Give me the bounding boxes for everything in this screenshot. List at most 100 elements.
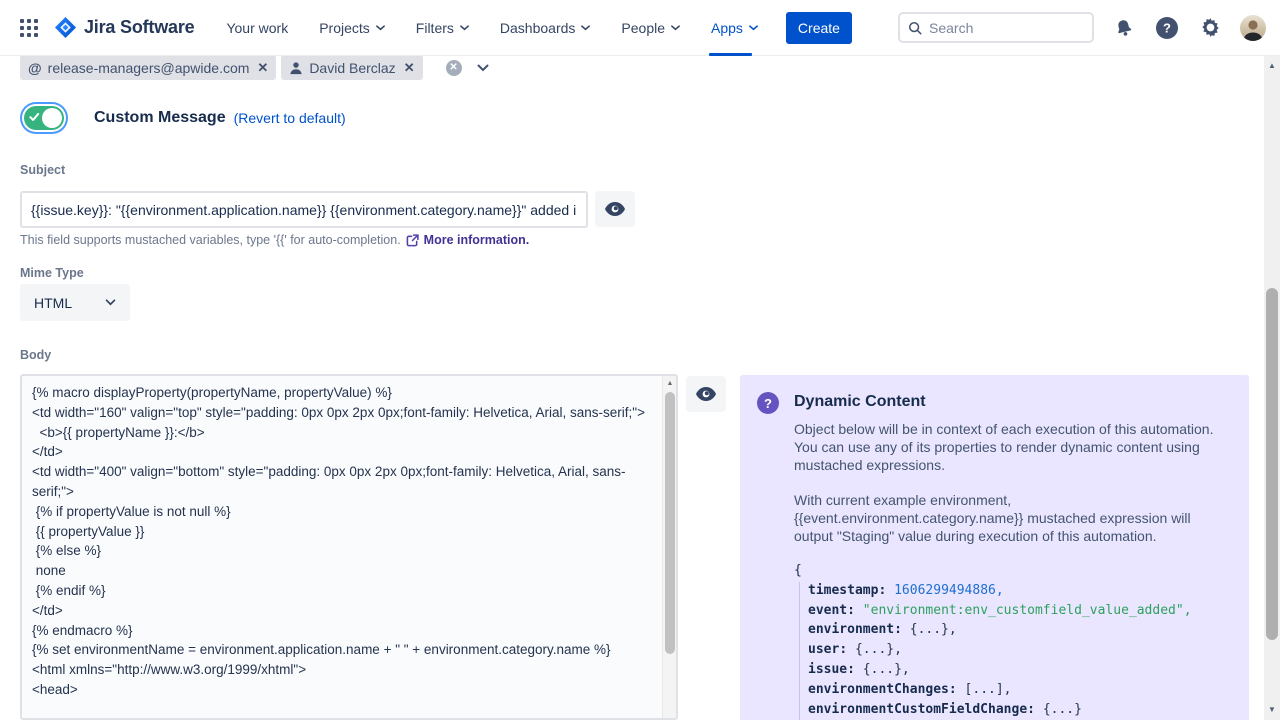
nav-right-group: ? xyxy=(898,12,1266,43)
more-information-link[interactable]: More information. xyxy=(424,233,530,247)
code-line-environment-customfield-change: environmentCustomFieldChange{...} xyxy=(794,700,1234,720)
code-value: {...}, xyxy=(855,642,902,657)
code-line-issue: issue{...}, xyxy=(794,660,1234,680)
clear-all-icon[interactable]: ✕ xyxy=(446,60,462,76)
chevron-down-icon xyxy=(460,25,469,31)
svg-text:?: ? xyxy=(1163,20,1171,35)
code-key: environmentChanges xyxy=(808,682,965,697)
nav-item-label: Projects xyxy=(319,20,370,36)
chip-label: David Berclaz xyxy=(309,60,395,76)
nav-item-people[interactable]: People xyxy=(621,0,680,56)
custom-message-toggle[interactable] xyxy=(24,106,64,130)
body-textarea[interactable]: {% macro displayProperty(propertyName, p… xyxy=(20,374,678,720)
body-textarea-content: {% macro displayProperty(propertyName, p… xyxy=(22,376,662,718)
nav-menu: Your work Projects Filters Dashboards Pe… xyxy=(226,0,757,56)
at-icon: @ xyxy=(28,60,42,76)
helper-text: This field supports mustached variables,… xyxy=(20,233,401,247)
body-scrollbar-thumb[interactable] xyxy=(665,392,675,654)
chevron-down-icon xyxy=(105,299,116,306)
question-icon: ? xyxy=(757,392,779,414)
body-scrollbar[interactable]: ▲ xyxy=(662,376,676,718)
dynamic-content-paragraph-2: With current example environment, {{even… xyxy=(794,491,1222,545)
recipients-field[interactable]: @ release-managers@apwide.com ✕ David Be… xyxy=(20,55,489,80)
top-navigation-bar: Jira Software Your work Projects Filters… xyxy=(0,0,1280,56)
code-value: {...} xyxy=(1043,702,1082,717)
code-value: {...}, xyxy=(910,622,957,637)
grid-icon xyxy=(20,19,38,37)
body-preview-button[interactable] xyxy=(686,376,726,412)
nav-item-dashboards[interactable]: Dashboards xyxy=(500,0,591,56)
nav-item-filters[interactable]: Filters xyxy=(416,0,469,56)
code-key: environment xyxy=(808,622,910,637)
code-value: {...}, xyxy=(863,662,910,677)
app-switcher-icon[interactable] xyxy=(16,15,42,41)
chevron-down-icon xyxy=(376,25,385,31)
code-line-environment-changes: environmentChanges[...], xyxy=(794,680,1234,700)
code-line-environment: environment{...}, xyxy=(794,620,1234,640)
code-value: [...], xyxy=(965,682,1012,697)
subject-label: Subject xyxy=(20,163,65,177)
nav-item-label: Dashboards xyxy=(500,20,576,36)
nav-item-projects[interactable]: Projects xyxy=(319,0,385,56)
subject-preview-button[interactable] xyxy=(595,191,635,227)
check-icon xyxy=(29,112,40,122)
nav-item-your-work[interactable]: Your work xyxy=(226,0,288,56)
remove-chip-icon[interactable]: ✕ xyxy=(257,60,268,76)
create-button[interactable]: Create xyxy=(786,12,852,44)
code-key: environmentCustomFieldChange xyxy=(808,702,1043,717)
eye-icon xyxy=(605,202,625,216)
settings-gear-icon[interactable] xyxy=(1197,15,1223,41)
subject-helper-text: This field supports mustached variables,… xyxy=(20,233,529,247)
recipients-chevron-down-icon[interactable] xyxy=(477,64,489,72)
code-line: { xyxy=(794,561,1234,581)
dynamic-content-title: Dynamic Content xyxy=(794,393,926,411)
nav-item-label: People xyxy=(621,20,665,36)
nav-item-apps[interactable]: Apps xyxy=(711,0,758,56)
page-scrollbar-thumb[interactable] xyxy=(1266,288,1278,640)
mime-type-label: Mime Type xyxy=(20,266,84,280)
toggle-knob xyxy=(42,108,62,128)
code-key: issue xyxy=(808,662,863,677)
chip-label: release-managers@apwide.com xyxy=(48,60,250,76)
body-label: Body xyxy=(20,348,51,362)
chevron-down-icon xyxy=(581,25,590,31)
chevron-down-icon xyxy=(671,25,680,31)
remove-chip-icon[interactable]: ✕ xyxy=(404,60,415,76)
custom-message-label: Custom Message xyxy=(94,109,226,127)
mime-type-value: HTML xyxy=(34,295,72,311)
revert-to-default-link[interactable]: (Revert to default) xyxy=(234,110,346,126)
code-key: user xyxy=(808,642,855,657)
code-line-event: event"environment:env_customfield_value_… xyxy=(794,601,1234,621)
search-input[interactable] xyxy=(929,20,1069,36)
subject-input[interactable] xyxy=(20,191,588,228)
code-key: event xyxy=(808,603,863,618)
scroll-down-icon[interactable]: ▼ xyxy=(1264,702,1280,718)
context-object-code-block: { timestamp1606299494886, event"environm… xyxy=(794,561,1234,719)
help-icon[interactable]: ? xyxy=(1154,15,1180,41)
code-line-user: user{...}, xyxy=(794,640,1234,660)
eye-icon xyxy=(696,387,716,401)
page-scrollbar[interactable]: ▲ ▼ xyxy=(1264,56,1280,720)
jira-logo[interactable]: Jira Software xyxy=(54,16,194,39)
notifications-bell-icon[interactable] xyxy=(1111,15,1137,41)
code-value: "environment:env_customfield_value_added… xyxy=(863,603,1192,618)
search-icon xyxy=(908,21,922,35)
code-value: 1606299494886, xyxy=(894,583,1004,598)
jira-logo-icon xyxy=(54,16,77,39)
recipient-chip-user[interactable]: David Berclaz ✕ xyxy=(281,55,422,80)
app-title: Jira Software xyxy=(84,17,194,38)
scroll-up-icon[interactable]: ▲ xyxy=(1264,58,1280,74)
global-search[interactable] xyxy=(898,12,1094,43)
external-link-icon xyxy=(406,234,419,247)
scroll-up-icon[interactable]: ▲ xyxy=(663,377,677,391)
chevron-down-icon xyxy=(749,25,758,31)
nav-item-label: Filters xyxy=(416,20,454,36)
user-avatar[interactable] xyxy=(1240,15,1266,41)
nav-item-label: Apps xyxy=(711,20,743,36)
mime-type-select[interactable]: HTML xyxy=(20,284,130,321)
nav-item-label: Your work xyxy=(226,20,288,36)
code-key: timestamp xyxy=(808,583,894,598)
dynamic-content-paragraph-1: Object below will be in context of each … xyxy=(794,420,1222,474)
recipient-chip-email-list[interactable]: @ release-managers@apwide.com ✕ xyxy=(20,55,276,80)
person-icon xyxy=(289,61,303,75)
